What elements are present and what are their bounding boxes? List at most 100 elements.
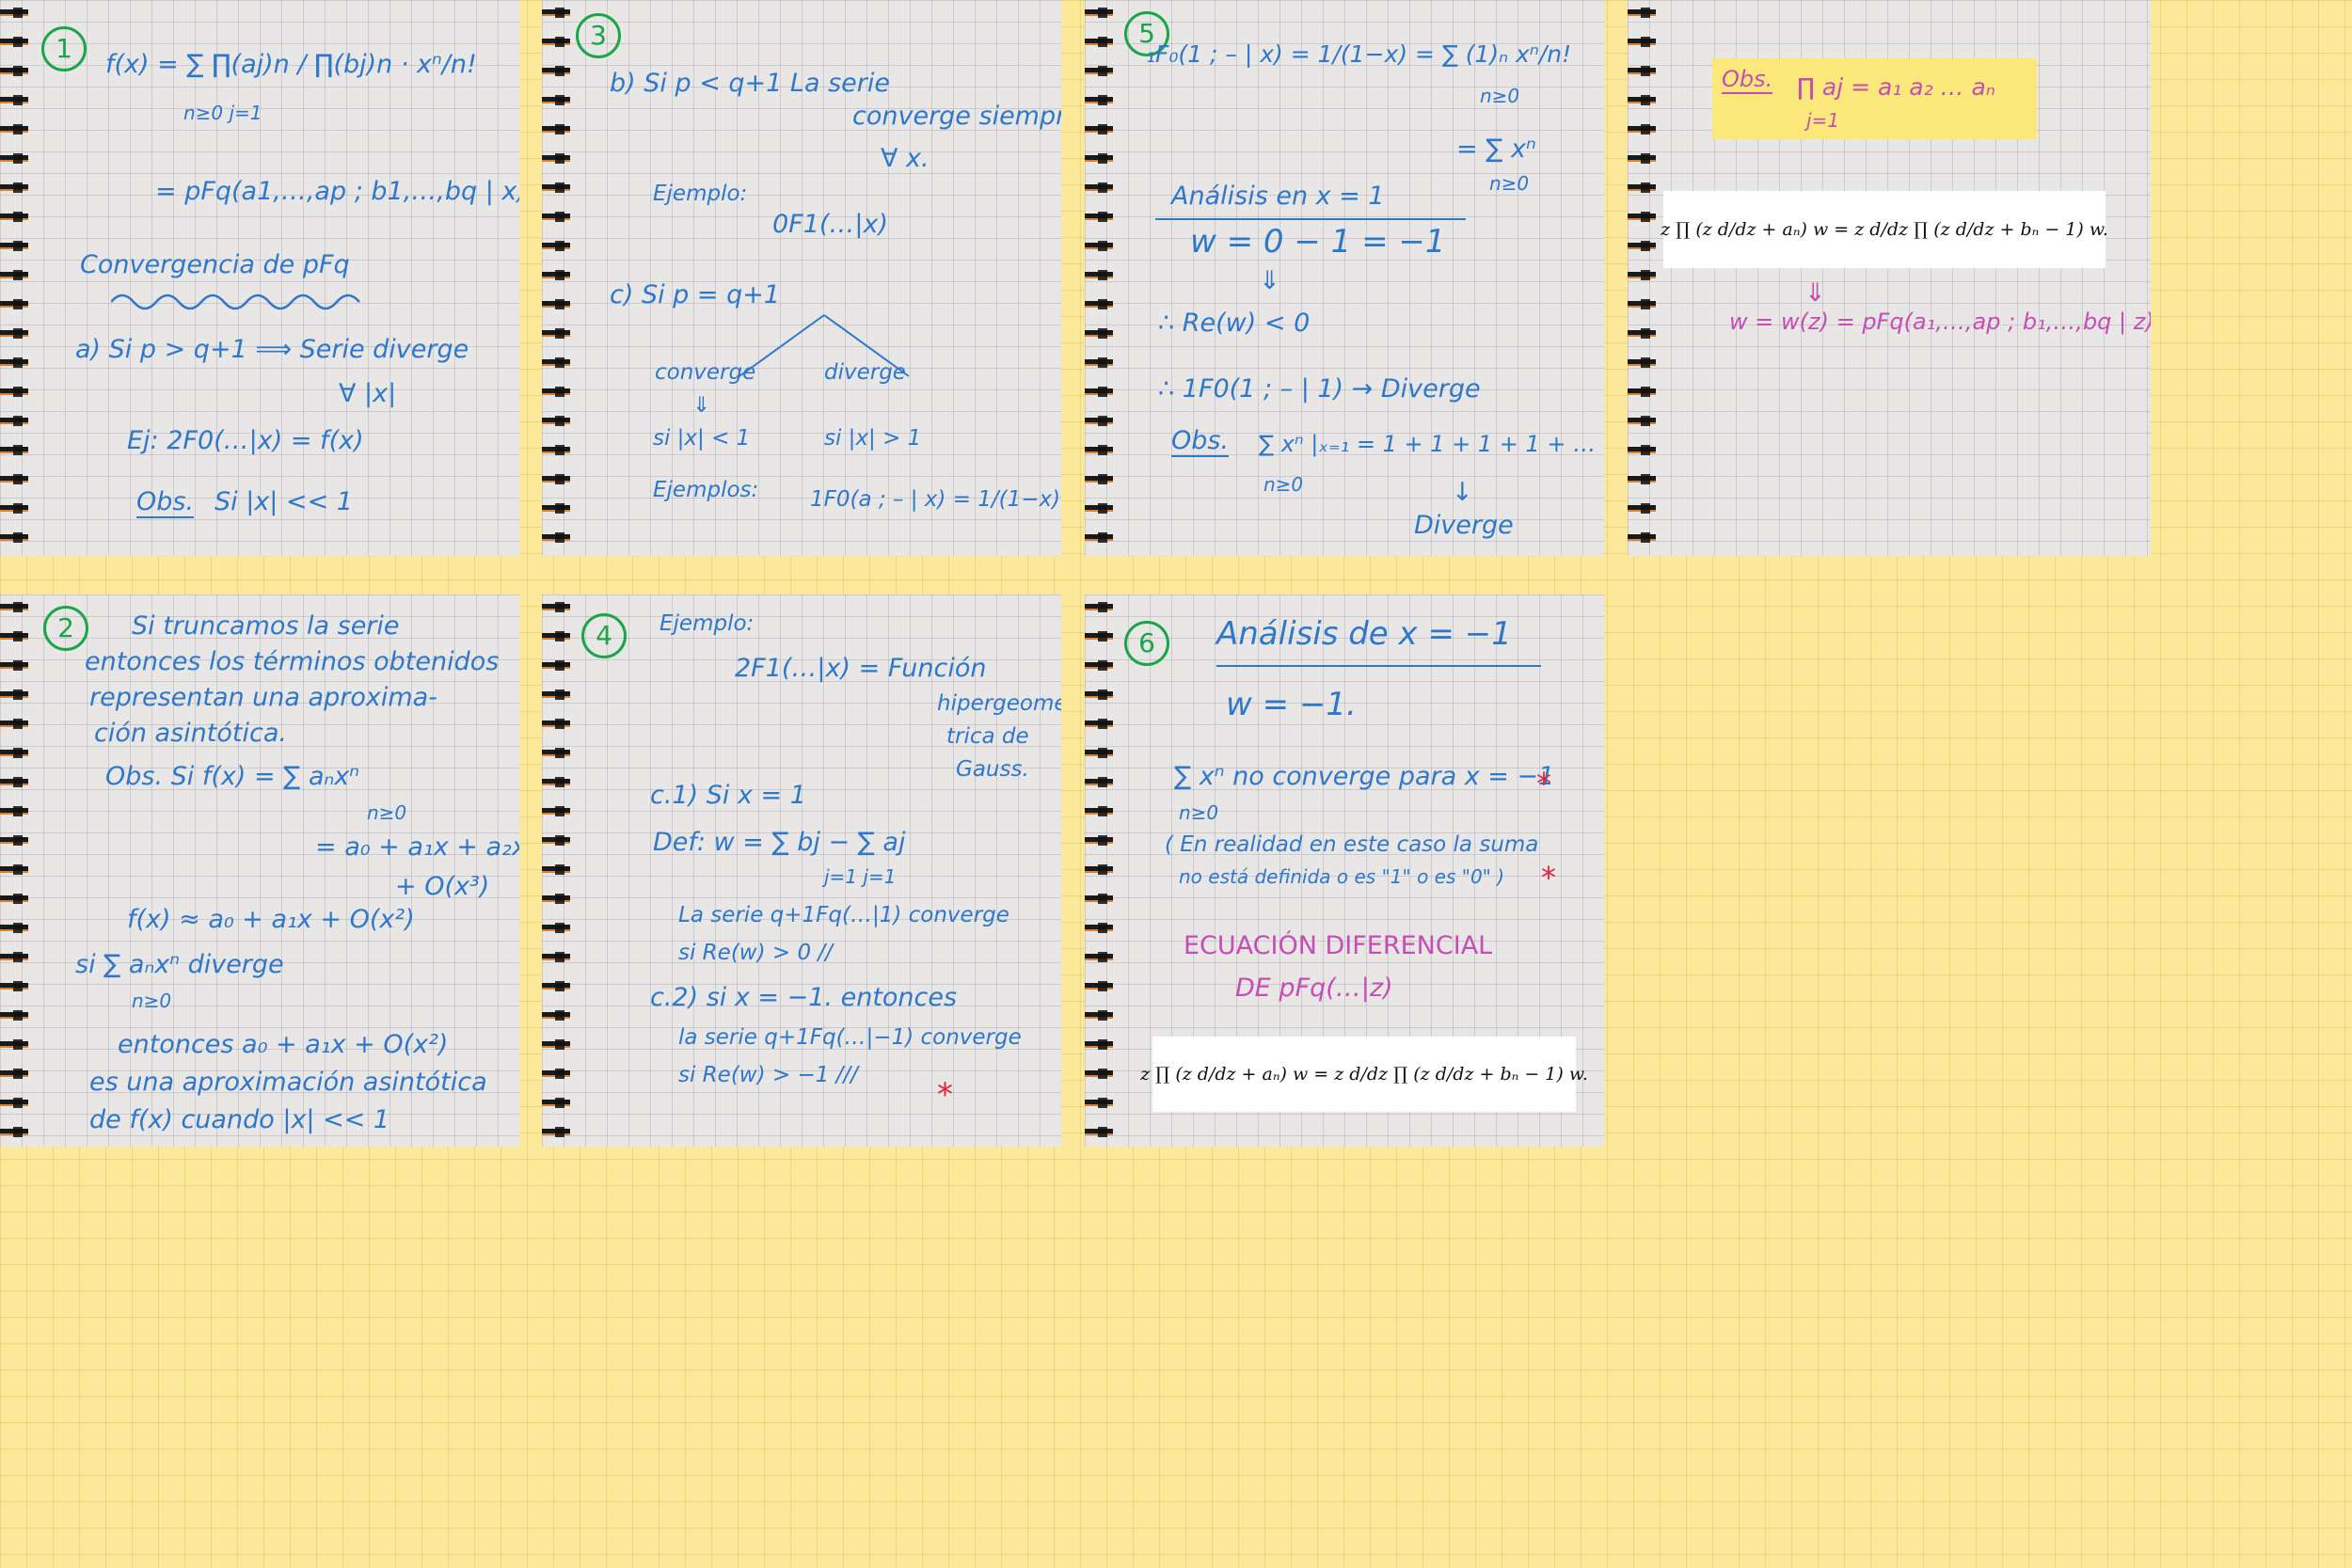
product-definition-sub: j=1 [1806, 109, 1840, 132]
example-1f0: 1F0(a ; – | x) = 1/(1−x)ᵃ [810, 487, 1061, 512]
diverge-condition-sub: n≥0 [132, 990, 172, 1012]
branch-diverge: diverge [824, 360, 906, 385]
series-remainder: + O(x³) [395, 872, 490, 901]
obs-series: Obs. Si f(x) = ∑ aₙxⁿ [105, 762, 360, 791]
down-arrow: ↓ [1452, 478, 1473, 507]
obs-text: Si |x| << 1 [215, 487, 353, 516]
example-label-2: Ejemplos: [653, 478, 759, 502]
blank-area [1684, 386, 2117, 546]
approximation: f(x) ≈ a₀ + a₁x + O(x²) [127, 905, 415, 934]
text-line-4: ción asintótica. [94, 719, 287, 748]
de-heading-line-2: DE pFq(…|z) [1235, 974, 1393, 1003]
gauss-line-3: trica de [946, 724, 1029, 749]
analysis-title: Análisis de x = −1 [1216, 615, 1512, 653]
case-b: b) Si p < q+1 La serie [610, 69, 890, 98]
note-line-1: ( En realidad en este caso la suma [1165, 832, 1539, 857]
diverge-condition: si ∑ aₙxⁿ diverge [75, 950, 284, 979]
text-line-2: entonces los términos obtenidos [85, 647, 500, 676]
notebook-page-6: 6 Análisis de x = −1 w = −1. ∑ xⁿ no con… [1085, 594, 1604, 1147]
obs-label: Obs. [136, 487, 195, 518]
converge-condition: si |x| < 1 [653, 426, 751, 451]
differential-equation-image: z ∏ (z d/dz + aₙ) w = z d/dz ∏ (z d/dz +… [1661, 191, 2108, 268]
differential-equation-image: z ∏ (z d/dz + aₙ) w = z d/dz ∏ (z d/dz +… [1140, 1037, 1588, 1112]
geometric-series-sum: = ∑ xⁿ [1456, 135, 1536, 164]
page-number-badge: 2 [43, 606, 88, 651]
series-statement: ∑ xⁿ no converge para x = −1 [1174, 762, 1555, 791]
text-line-3: representan una aproxima- [89, 683, 437, 712]
w-definition: Def: w = ∑ bj − ∑ aj [653, 828, 906, 857]
obs-sum-sub: n≥0 [1263, 473, 1304, 496]
example-label: Ejemplo: [660, 611, 755, 636]
real-part-condition: ∴ Re(w) < 0 [1158, 309, 1311, 338]
example-0f1: 0F1(…|x) [772, 210, 889, 239]
case-c1: c.1) Si x = 1 [650, 781, 806, 810]
page-number-badge: 4 [581, 613, 627, 658]
conclusion-line-2: es una aproximación asintótica [89, 1068, 487, 1097]
example-label-1: Ejemplo: [653, 182, 748, 206]
note-line-2: no está definida o es "1" o es "0" ) [1179, 865, 1505, 888]
case-b-line2: converge siempre [852, 102, 1061, 131]
case-c2: c.2) si x = −1. entonces [650, 983, 958, 1012]
star-mark: * [937, 1076, 953, 1114]
spiral-binding [1085, 594, 1113, 1147]
notebook-page-7: Obs. ∏ aj = a₁ a₂ … aₙ j=1 z ∏ (z d/dz +… [1628, 0, 2151, 556]
star-mark-2: * [1541, 860, 1556, 895]
de-heading-line-1: ECUACIÓN DIFERENCIAL [1184, 931, 1493, 960]
diverge-conclusion: ∴ 1F0(1 ; – | 1) → Diverge [1158, 374, 1481, 404]
series-statement-sub: n≥0 [1179, 801, 1219, 824]
star-mark-1: * [1536, 766, 1551, 801]
product-definition: ∏ aj = a₁ a₂ … aₙ [1797, 73, 1995, 101]
notebook-page-1: 1 f(x) = ∑ ∏(aj)n / ∏(bj)n · xⁿ/n! n≥0 j… [0, 0, 519, 556]
convergence-heading: Convergencia de pFq [80, 250, 350, 279]
analysis-underline [1155, 218, 1466, 220]
diverge-label: Diverge [1414, 511, 1514, 540]
implies-arrow: ⇓ [1259, 266, 1280, 295]
obs-label: Obs. [1722, 66, 1773, 94]
conclusion-line-1: entonces a₀ + a₁x + O(x²) [118, 1030, 449, 1059]
converge-statement-1: La serie q+1Fq(…|1) converge [678, 903, 1009, 927]
series-definition: f(x) = ∑ ∏(aj)n / ∏(bj)n · xⁿ/n! [105, 50, 477, 79]
geometric-series-identity: ₁F₀(1 ; – | x) = 1/(1−x) = ∑ (1)ₙ xⁿ/n! [1146, 40, 1572, 68]
wavy-underline [111, 293, 360, 310]
diverge-condition: si |x| > 1 [824, 426, 922, 451]
implies-arrow: ⇓ [1804, 278, 1826, 308]
case-a-quantifier: ∀ |x| [339, 379, 397, 408]
spiral-binding [1085, 0, 1113, 556]
title-underline [1216, 665, 1541, 667]
gauss-line-4: Gauss. [956, 757, 1029, 782]
case-a: a) Si p > q+1 ⟹ Serie diverge [75, 335, 469, 364]
case-b-line3: ∀ x. [881, 144, 930, 173]
branch-converge: converge [655, 360, 756, 385]
spiral-binding [1628, 0, 1656, 556]
obs-sum: ∑ xⁿ |ₓ₌₁ = 1 + 1 + 1 + 1 + … [1259, 431, 1597, 457]
spiral-binding [0, 0, 28, 556]
pfq-notation: = pFq(a1,…,ap ; b1,…,bq | x) [155, 177, 519, 206]
geometric-series-sub: n≥0 [1480, 85, 1520, 107]
notebook-page-5: 5 ₁F₀(1 ; – | x) = 1/(1−x) = ∑ (1)ₙ xⁿ/n… [1085, 0, 1604, 556]
case-c: c) Si p = q+1 [610, 280, 781, 309]
obs-label: Obs. [1171, 426, 1230, 457]
notebook-page-4: 4 Ejemplo: 2F1(…|x) = Función hipergeomé… [542, 594, 1061, 1147]
page-number-badge: 1 [41, 26, 87, 71]
solution-w: w = w(z) = pFq(a₁,…,ap ; b₁,…,bq | z) [1729, 309, 2151, 335]
gauss-line-2: hipergeomé- [937, 691, 1061, 716]
gauss-line-1: 2F1(…|x) = Función [735, 654, 987, 683]
spiral-binding [542, 0, 570, 556]
series-definition-sub: n≥0 j=1 [183, 102, 262, 124]
conclusion-line-3: de f(x) cuando |x| << 1 [89, 1105, 390, 1134]
w-value: w = 0 − 1 = −1 [1190, 223, 1446, 261]
spiral-binding [0, 594, 28, 1147]
converge-condition-2: si Re(w) > −1 /// [678, 1063, 858, 1087]
page-number-badge: 6 [1124, 621, 1169, 666]
example-2f0: Ej: 2F0(…|x) = f(x) [127, 426, 364, 455]
w-definition-sub: j=1 j=1 [824, 865, 897, 888]
notebook-page-2: 2 Si truncamos la serie entonces los tér… [0, 594, 519, 1147]
obs-series-sub: n≥0 [367, 801, 407, 824]
analysis-x1-heading: Análisis en x = 1 [1171, 182, 1385, 211]
converge-statement-2: la serie q+1Fq(…|−1) converge [678, 1025, 1022, 1050]
geometric-series-sum-sub: n≥0 [1489, 172, 1530, 195]
converge-arrow: ⇓ [692, 393, 711, 418]
text-line-1: Si truncamos la serie [132, 611, 400, 641]
w-value: w = −1. [1226, 686, 1357, 723]
spiral-binding [542, 594, 570, 1147]
